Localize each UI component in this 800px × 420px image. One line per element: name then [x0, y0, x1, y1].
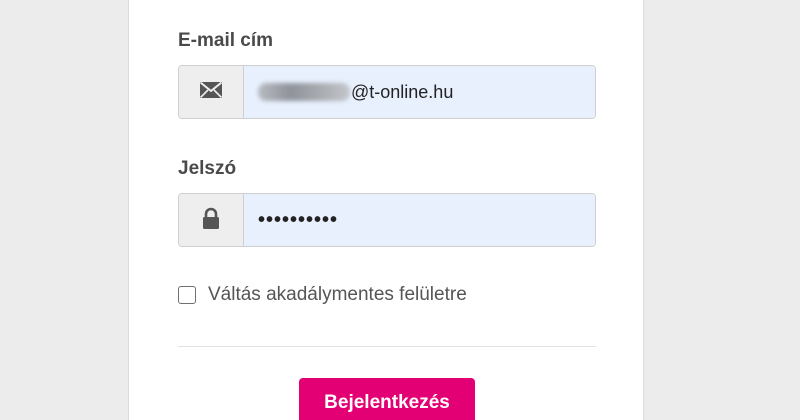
accessibility-checkbox[interactable] — [178, 286, 196, 304]
email-field[interactable]: @t-online.hu — [244, 66, 595, 118]
password-field[interactable]: •••••••••• — [244, 194, 595, 246]
password-masked-value: •••••••••• — [258, 208, 339, 231]
email-label: E-mail cím — [178, 30, 274, 51]
accessibility-checkbox-row[interactable]: Váltás akadálymentes felületre — [178, 284, 467, 306]
envelope-icon — [199, 81, 223, 104]
login-button[interactable]: Bejelentkezés — [299, 378, 475, 420]
accessibility-checkbox-label[interactable]: Váltás akadálymentes felületre — [208, 284, 467, 306]
email-addon — [179, 66, 244, 118]
login-card: E-mail cím @t-online.hu Jelszó •••••••••… — [128, 0, 644, 420]
password-label: Jelszó — [178, 158, 237, 179]
email-domain-text: @t-online.hu — [351, 81, 454, 102]
lock-icon — [201, 207, 221, 234]
password-input-group: •••••••••• — [178, 193, 596, 247]
redacted-username — [258, 83, 350, 101]
password-addon — [179, 194, 244, 246]
page: E-mail cím @t-online.hu Jelszó •••••••••… — [0, 0, 800, 420]
email-input-group: @t-online.hu — [178, 65, 596, 119]
divider — [178, 346, 596, 347]
